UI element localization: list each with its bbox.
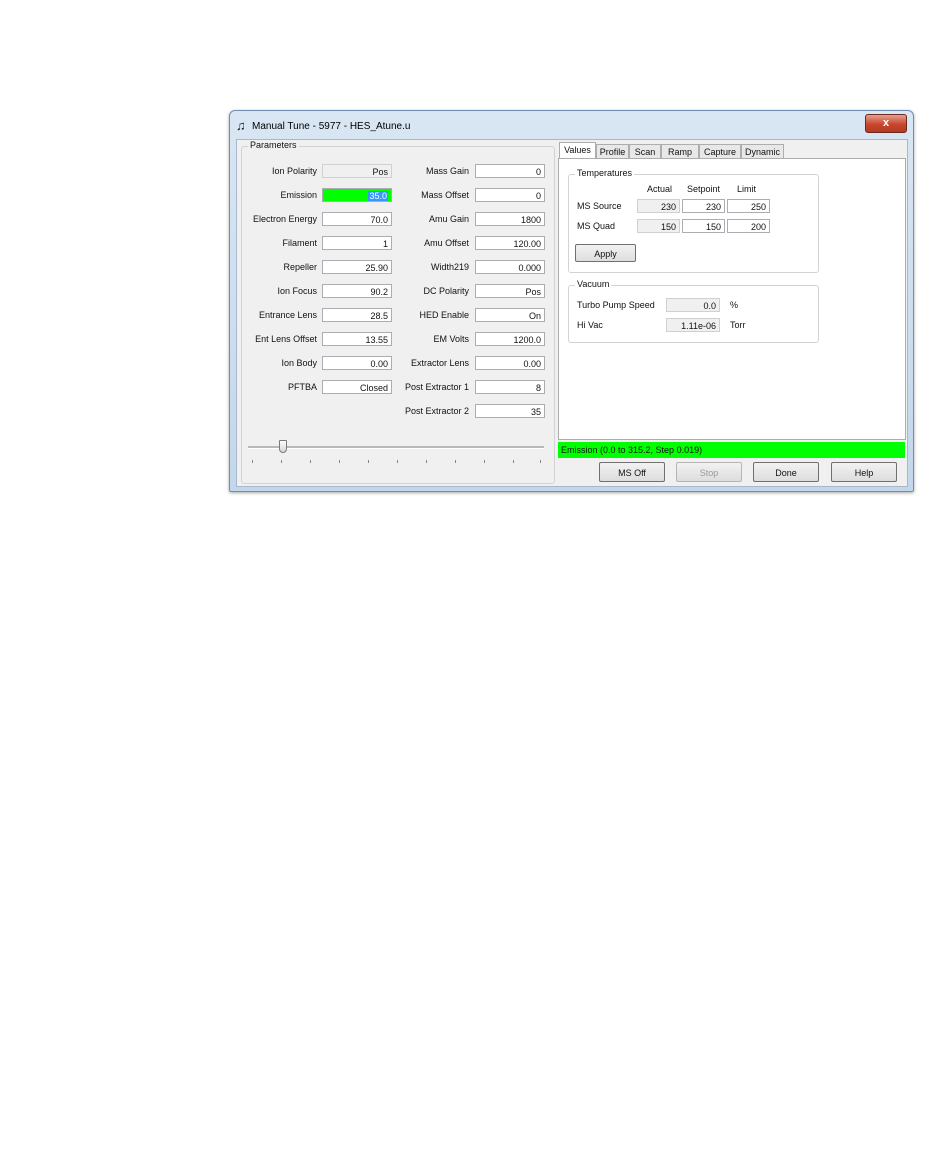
param-label-filament: Filament [282,238,317,248]
tab-scan[interactable]: Scan [629,144,661,158]
param-label-ion-polarity: Ion Polarity [271,166,317,176]
turbo-pump-speed-value: 0.0 [666,298,720,312]
param-label-em-volts: EM Volts [433,334,469,344]
vacuum-label-turbo-pump-speed: Turbo Pump Speed [577,300,655,310]
param-label-ion-focus: Ion Focus [277,286,317,296]
vacuum-group: Vacuum Turbo Pump Speed 0.0 % Hi Vac 1.1… [568,279,819,343]
param-field-mass-offset[interactable]: 0 [475,188,545,202]
vacuum-label-hi-vac: Hi Vac [577,320,603,330]
param-field-width219[interactable]: 0.000 [475,260,545,274]
done-button[interactable]: Done [753,462,819,482]
ms-quad-setpoint[interactable]: 150 [682,219,725,233]
tab-values[interactable]: Values [559,142,596,159]
slider-tick [426,460,427,463]
param-label-mass-offset: Mass Offset [421,190,469,200]
ms-source-limit[interactable]: 250 [727,199,770,213]
status-bar: Emission (0.0 to 315.2, Step 0.019) [558,442,905,458]
turbo-pump-speed-unit: % [730,300,739,310]
param-field-ion-focus[interactable]: 90.2 [322,284,392,298]
param-field-repeller[interactable]: 25.90 [322,260,392,274]
values-tab-panel: Temperatures Actual Setpoint Limit MS So… [558,158,906,440]
temperatures-group-label: Temperatures [575,168,635,178]
param-label-width219: Width219 [430,262,469,272]
param-label-extractor-lens: Extractor Lens [410,358,469,368]
param-label-ion-body: Ion Body [281,358,317,368]
slider-tick [540,460,541,463]
close-button[interactable]: x [865,114,907,133]
param-field-post-extractor-2[interactable]: 35 [475,404,545,418]
slider-tick [252,460,253,463]
tab-profile[interactable]: Profile [596,144,629,158]
title-bar[interactable]: ♫ Manual Tune - 5977 - HES_Atune.u x [230,111,913,139]
param-field-dc-polarity[interactable]: Pos [475,284,545,298]
param-field-amu-gain[interactable]: 1800 [475,212,545,226]
ms-source-setpoint[interactable]: 230 [682,199,725,213]
help-button[interactable]: Help [831,462,897,482]
slider-track[interactable] [248,446,544,449]
manual-tune-window: ♫ Manual Tune - 5977 - HES_Atune.u x Par… [229,110,914,492]
slider-thumb[interactable] [279,440,287,453]
param-field-ent-lens-offset[interactable]: 13.55 [322,332,392,346]
param-field-amu-offset[interactable]: 120.00 [475,236,545,250]
dialog-client-area: Parameters Ion Polarity Pos Emission 35.… [236,139,908,487]
param-field-ion-body[interactable]: 0.00 [322,356,392,370]
apply-button[interactable]: Apply [575,244,636,262]
param-field-mass-gain[interactable]: 0 [475,164,545,178]
ms-quad-limit[interactable]: 200 [727,219,770,233]
param-label-entrance-lens: Entrance Lens [258,310,317,320]
tab-capture[interactable]: Capture [699,144,741,158]
param-label-amu-gain: Amu Gain [428,214,469,224]
param-field-filament[interactable]: 1 [322,236,392,250]
slider-tick [397,460,398,463]
param-label-emission: Emission [280,190,317,200]
param-field-electron-energy[interactable]: 70.0 [322,212,392,226]
param-label-electron-energy: Electron Energy [252,214,317,224]
emission-value: 35.0 [368,191,388,201]
ms-off-button[interactable]: MS Off [599,462,665,482]
temp-label-ms-source: MS Source [577,201,622,211]
slider-tick [339,460,340,463]
temp-header-actual: Actual [647,184,673,194]
param-field-pftba[interactable]: Closed [322,380,392,394]
param-label-dc-polarity: DC Polarity [423,286,469,296]
temp-header-setpoint: Setpoint [687,184,721,194]
param-field-emission[interactable]: 35.0 [322,188,392,202]
temp-header-limit: Limit [737,184,757,194]
slider-tick [513,460,514,463]
ms-source-actual: 230 [637,199,680,213]
param-label-post-extractor-1: Post Extractor 1 [404,382,469,392]
slider-tick [310,460,311,463]
slider-tick [281,460,282,463]
hi-vac-value: 1.11e-06 [666,318,720,332]
param-label-repeller: Repeller [283,262,317,272]
stop-button[interactable]: Stop [676,462,742,482]
ms-quad-actual: 150 [637,219,680,233]
param-label-post-extractor-2: Post Extractor 2 [404,406,469,416]
window-title: Manual Tune - 5977 - HES_Atune.u [252,121,411,132]
vacuum-group-label: Vacuum [575,279,612,289]
hi-vac-unit: Torr [730,320,746,330]
param-label-pftba: PFTBA [287,382,317,392]
temperatures-group: Temperatures Actual Setpoint Limit MS So… [568,168,819,273]
slider-tick [368,460,369,463]
tab-ramp[interactable]: Ramp [661,144,699,158]
param-label-amu-offset: Amu Offset [424,238,469,248]
slider-tick [484,460,485,463]
param-field-extractor-lens[interactable]: 0.00 [475,356,545,370]
param-label-ent-lens-offset: Ent Lens Offset [255,334,317,344]
parameters-group-label: Parameters [248,140,299,150]
param-label-hed-enable: HED Enable [419,310,469,320]
param-label-mass-gain: Mass Gain [425,166,469,176]
param-field-entrance-lens[interactable]: 28.5 [322,308,392,322]
tab-dynamic[interactable]: Dynamic [741,144,784,158]
param-field-post-extractor-1[interactable]: 8 [475,380,545,394]
music-note-icon: ♫ [236,118,246,133]
param-field-ion-polarity[interactable]: Pos [322,164,392,178]
slider-tick [455,460,456,463]
param-field-em-volts[interactable]: 1200.0 [475,332,545,346]
param-field-hed-enable[interactable]: On [475,308,545,322]
temp-label-ms-quad: MS Quad [577,221,616,231]
